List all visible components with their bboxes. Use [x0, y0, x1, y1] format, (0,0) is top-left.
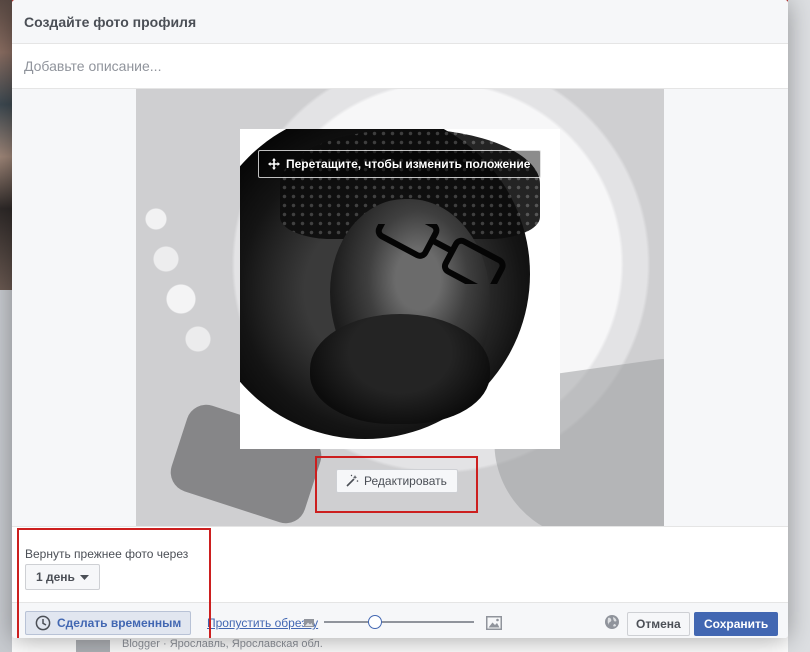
make-temporary-button[interactable]: Сделать временным — [25, 611, 192, 635]
temporary-photo-section: Вернуть прежнее фото через 1 день — [12, 526, 788, 602]
image-small-icon — [304, 619, 314, 627]
revert-duration-dropdown[interactable]: 1 день — [25, 564, 100, 590]
drag-hint-label: Перетащите, чтобы изменить положение — [286, 157, 531, 171]
make-temporary-label: Сделать временным — [57, 616, 182, 630]
background-avatar — [76, 640, 110, 652]
zoom-slider-track — [324, 621, 474, 623]
dialog-header: Создайте фото профиля — [12, 0, 788, 44]
cancel-button[interactable]: Отмена — [627, 612, 690, 636]
edit-photo-label: Редактировать — [364, 474, 447, 488]
dialog-footer: Сделать временным Пропустить обрезку Отм… — [12, 602, 788, 638]
background-right-column — [788, 0, 810, 652]
dialog-title: Создайте фото профиля — [24, 14, 197, 30]
move-arrows-icon — [268, 158, 280, 170]
duration-value: 1 день — [36, 570, 75, 584]
revert-photo-label: Вернуть прежнее фото через — [25, 547, 189, 561]
description-input[interactable] — [12, 44, 788, 89]
clock-icon — [35, 615, 51, 631]
create-profile-photo-dialog: Создайте фото профиля Добавьте описание.… — [12, 0, 788, 638]
bokeh-lights — [136, 189, 226, 369]
zoom-slider-thumb[interactable] — [368, 615, 382, 629]
save-button[interactable]: Сохранить — [694, 612, 779, 636]
globe-icon[interactable] — [604, 614, 620, 630]
background-post-text: Blogger · Ярославль, Ярославская обл. — [122, 638, 323, 650]
crop-area: Перетащите, чтобы изменить положение Ред… — [12, 89, 788, 526]
edit-photo-button[interactable]: Редактировать — [336, 469, 458, 493]
image-large-icon — [486, 616, 502, 630]
photo-beard — [310, 314, 490, 424]
photo-glasses — [375, 224, 506, 284]
drag-to-reposition-hint[interactable]: Перетащите, чтобы изменить положение — [258, 150, 542, 178]
caret-down-icon — [79, 574, 89, 580]
magic-wand-icon — [346, 474, 359, 487]
zoom-slider[interactable] — [324, 613, 474, 631]
background-photo-thumbnails — [0, 0, 12, 290]
skip-crop-link[interactable]: Пропустить обрезку — [207, 616, 318, 630]
